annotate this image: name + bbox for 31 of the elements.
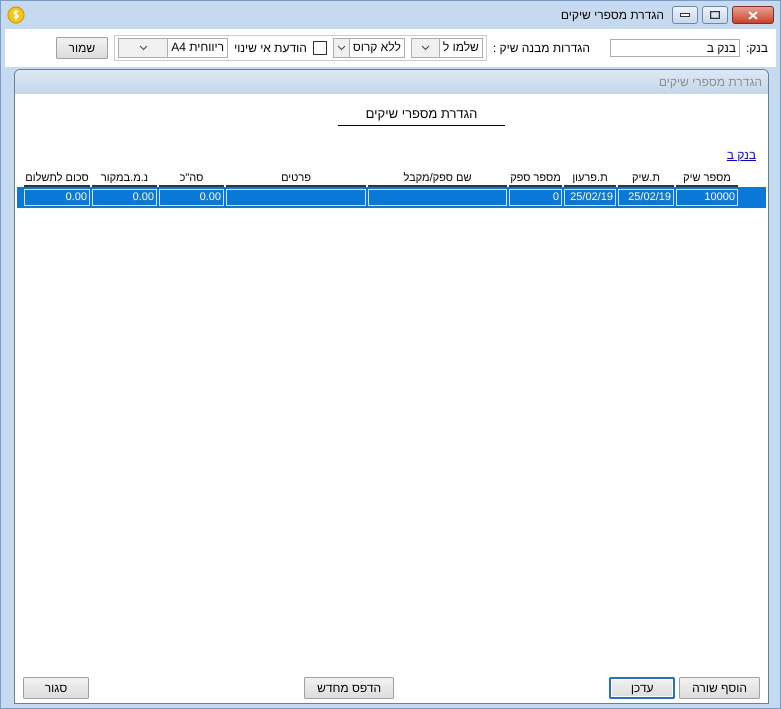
report-title: הגדרת מספרי שיקים bbox=[338, 106, 506, 126]
footer-button[interactable]: הדפס מחדש bbox=[304, 677, 394, 699]
dropdown[interactable]: ריווחית A4 bbox=[118, 38, 228, 58]
bank-link[interactable]: בנק ב bbox=[726, 148, 766, 162]
footer-button[interactable]: הוסף שורה bbox=[679, 677, 760, 699]
save-button[interactable]: שמור bbox=[56, 37, 108, 59]
checkbox-label: הודעת אי שינוי bbox=[234, 41, 307, 55]
panel-header: הגדרת מספרי שיקים bbox=[15, 70, 768, 94]
minimize-button[interactable] bbox=[672, 6, 698, 24]
table-cell: 25/02/19 bbox=[618, 189, 674, 206]
close-button[interactable] bbox=[732, 6, 774, 24]
table-cell: 0.00 bbox=[24, 189, 90, 206]
table-cell: 10000 bbox=[676, 189, 738, 206]
bank-label: בנק: bbox=[746, 41, 768, 55]
table-cell: 0.00 bbox=[159, 189, 224, 206]
coin-icon bbox=[7, 6, 25, 24]
table-cell: 25/02/19 bbox=[564, 189, 616, 206]
structure-label: הגדרות מבנה שיק : bbox=[492, 41, 590, 55]
close-icon bbox=[748, 10, 758, 20]
bank-field[interactable]: בנק ב bbox=[610, 39, 740, 57]
minimize-icon bbox=[680, 13, 690, 17]
dropdown[interactable]: ללא קרוס bbox=[332, 38, 405, 58]
table-cell: 0 bbox=[509, 189, 562, 206]
footer-button[interactable]: עדכן bbox=[609, 677, 676, 699]
maximize-icon bbox=[710, 11, 720, 19]
window-title: הגדרת מספרי שיקים bbox=[560, 8, 664, 22]
checkbox[interactable] bbox=[312, 41, 327, 55]
footer-button[interactable]: סגור bbox=[23, 677, 89, 699]
maximize-button[interactable] bbox=[702, 6, 728, 24]
table-cell: 0.00 bbox=[92, 189, 157, 206]
dropdown[interactable]: שלמו ל bbox=[410, 38, 483, 58]
